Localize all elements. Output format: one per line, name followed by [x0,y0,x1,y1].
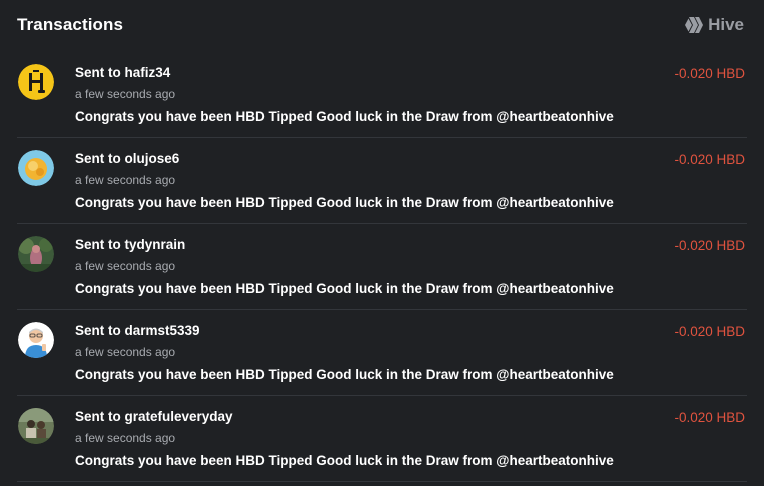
transaction-amount: -0.020 HBD [674,410,745,425]
transaction-row[interactable]: Sent to hafiz34 a few seconds ago Congra… [17,52,747,138]
transaction-time: a few seconds ago [75,345,176,359]
transaction-amount: -0.020 HBD [674,152,745,167]
transaction-time: a few seconds ago [75,173,176,187]
recipient-link[interactable]: olujose6 [125,151,180,166]
transaction-row[interactable]: Sent to darmst5339 a few seconds ago Con… [17,310,747,396]
sent-to-label: Sent to [75,409,125,424]
hive-logo-icon [685,17,704,33]
yellow-logo-avatar-icon[interactable] [18,64,54,100]
transaction-title: Sent to darmst5339 [75,323,200,338]
transaction-amount: -0.020 HBD [674,238,745,253]
transaction-row[interactable]: Sent to tydynrain a few seconds ago Cong… [17,224,747,310]
transaction-time: a few seconds ago [75,259,176,273]
outdoor-photo-avatar-icon[interactable] [18,408,54,444]
orange-blue-avatar-icon[interactable] [18,150,54,186]
transaction-memo: Congrats you have been HBD Tipped Good l… [75,281,614,296]
panel-header: Transactions Hive [0,0,764,52]
transaction-amount: -0.020 HBD [674,66,745,81]
recipient-link[interactable]: tydynrain [125,237,186,252]
transaction-row[interactable]: Sent to olujose6 a few seconds ago Congr… [17,138,747,224]
sent-to-label: Sent to [75,65,125,80]
sent-to-label: Sent to [75,151,125,166]
transaction-title: Sent to tydynrain [75,237,185,252]
recipient-link[interactable]: hafiz34 [125,65,171,80]
transaction-time: a few seconds ago [75,431,176,445]
recipient-link[interactable]: darmst5339 [125,323,200,338]
page-title: Transactions [17,15,124,34]
transaction-title: Sent to gratefuleveryday [75,409,233,424]
transaction-row[interactable]: Sent to gratefuleveryday a few seconds a… [17,396,747,482]
transaction-amount: -0.020 HBD [674,324,745,339]
cartoon-person-avatar-icon[interactable] [18,322,54,358]
sent-to-label: Sent to [75,237,125,252]
hive-brand-label: Hive [708,15,744,34]
transaction-title: Sent to olujose6 [75,151,179,166]
transaction-memo: Congrats you have been HBD Tipped Good l… [75,367,614,382]
transaction-memo: Congrats you have been HBD Tipped Good l… [75,109,614,124]
hive-brand[interactable]: Hive [685,15,744,35]
recipient-link[interactable]: gratefuleveryday [125,409,233,424]
transaction-time: a few seconds ago [75,87,176,101]
nature-photo-avatar-icon[interactable] [18,236,54,272]
transaction-list: Sent to hafiz34 a few seconds ago Congra… [0,52,764,482]
transactions-panel: Transactions Hive Sent to hafiz34 a few … [0,0,764,486]
transaction-memo: Congrats you have been HBD Tipped Good l… [75,195,614,210]
sent-to-label: Sent to [75,323,125,338]
transaction-title: Sent to hafiz34 [75,65,170,80]
transaction-memo: Congrats you have been HBD Tipped Good l… [75,453,614,468]
